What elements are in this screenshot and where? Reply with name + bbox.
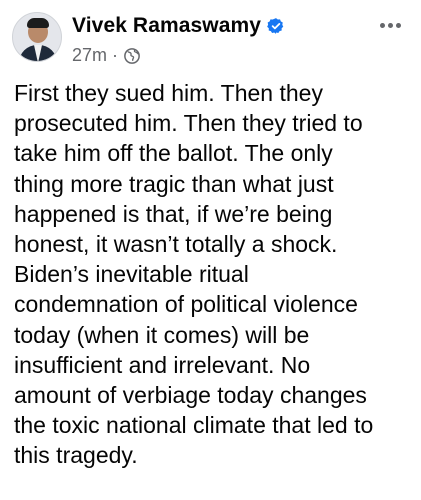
avatar-hair — [27, 18, 49, 28]
author-row: Vivek Ramaswamy — [72, 14, 285, 38]
post-header: Vivek Ramaswamy 27m · — [12, 10, 409, 70]
meta-separator: · — [112, 45, 119, 65]
more-dot — [395, 22, 401, 28]
avatar[interactable] — [12, 12, 62, 62]
globe-icon[interactable] — [123, 47, 141, 65]
post-timestamp[interactable]: 27m — [72, 45, 107, 66]
more-options-icon[interactable] — [375, 10, 405, 40]
author-name[interactable]: Vivek Ramaswamy — [72, 14, 261, 38]
verified-badge-icon — [267, 18, 284, 34]
post-meta: 27m · — [72, 45, 141, 66]
facebook-post: Vivek Ramaswamy 27m · First they sued hi… — [0, 0, 421, 500]
post-body-text: First they sued him. Then they prosecute… — [14, 80, 374, 469]
more-dot — [387, 22, 393, 28]
more-dot — [379, 22, 385, 28]
